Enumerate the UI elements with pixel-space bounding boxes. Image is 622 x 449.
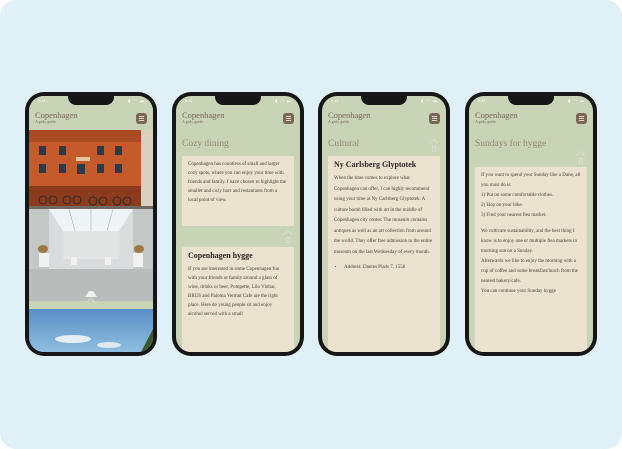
screen-cozy-dining: 9:41 ▮ ◠ ▬ Copenhagen A girly guide Cozy…: [176, 96, 300, 352]
scroll-down-chevron-icon[interactable]: [576, 151, 585, 156]
card-line-6: Afterwards we like to enjoy the morning …: [481, 259, 578, 284]
phone-sundays: 9:41 ▮ ◠ ▬ Copenhagen A girly guide Sund…: [465, 92, 597, 356]
card-line-5: We cultivate sustainability, and the bes…: [481, 229, 577, 254]
phone-home: 9:41 ▮ ◠ ▬ Copenhagen A girly guide: [25, 92, 157, 356]
scroll-indicator[interactable]: [286, 237, 290, 243]
card-line-7: You can continue your Sunday hygge: [481, 289, 556, 294]
menu-button[interactable]: [429, 113, 440, 124]
card-title: Ny Carlsberg Glyptotek: [334, 160, 417, 169]
glyptotek-card: Ny Carlsberg Glyptotek When the time com…: [328, 156, 440, 352]
address-item: Address: Dantes Plads 7, 1556: [344, 264, 434, 272]
phone-notch: [215, 96, 261, 105]
screen-cultural: 9:41 ▮ ◠ ▬ Copenhagen A girly guide Cult…: [322, 96, 446, 352]
menu-button[interactable]: [576, 113, 587, 124]
app-subtitle: A girly guide: [182, 119, 204, 124]
card-text: When the time comes to explore what Cope…: [334, 176, 433, 255]
phone-cozy-dining: 9:41 ▮ ◠ ▬ Copenhagen A girly guide Cozy…: [172, 92, 304, 356]
phone-cultural: 9:41 ▮ ◠ ▬ Copenhagen A girly guide Cult…: [318, 92, 450, 356]
card-line-3: 2) Hop on your bike.: [481, 203, 523, 208]
scroll-indicator[interactable]: [579, 158, 583, 164]
card-line-4: 3) Find your nearest flea market.: [481, 213, 547, 218]
section-title: Sundays for hygge: [475, 139, 547, 149]
phone-notch: [68, 96, 114, 105]
phone-notch: [361, 96, 407, 105]
status-time: 9:41: [478, 98, 486, 103]
intro-card: Copenhagen has countless of small and la…: [182, 156, 294, 226]
scroll-down-chevron-icon[interactable]: [86, 298, 95, 303]
photo-museum-hall: [29, 209, 153, 301]
scroll-down-chevron-icon[interactable]: [429, 139, 438, 144]
card-title: Copenhagen hygge: [188, 251, 253, 260]
card-text: If you are interested in some Copenhagen…: [188, 267, 280, 317]
status-time: 9:41: [331, 98, 339, 103]
status-icons: ▮ ◠ ▬: [421, 98, 438, 103]
section-title: Cultural: [328, 139, 360, 149]
sundays-card: If you want to spend your Sunday like a …: [475, 167, 587, 352]
app-subtitle: A girly guide: [328, 119, 350, 124]
menu-button[interactable]: [136, 113, 147, 124]
mockup-canvas: 9:41 ▮ ◠ ▬ Copenhagen A girly guide 9:41…: [0, 0, 622, 449]
app-subtitle: A girly guide: [475, 119, 497, 124]
photo-sky: [29, 309, 153, 352]
photo-red-building: [29, 130, 153, 209]
hygge-card: Copenhagen hygge If you are interested i…: [182, 247, 294, 352]
app-subtitle: A girly guide: [35, 119, 57, 124]
screen-sundays: 9:41 ▮ ◠ ▬ Copenhagen A girly guide Sund…: [469, 96, 593, 352]
scroll-indicator[interactable]: [432, 146, 436, 152]
status-time: 9:41: [38, 98, 46, 103]
intro-text: Copenhagen has countless of small and la…: [188, 162, 287, 203]
status-time: 9:41: [185, 98, 193, 103]
status-icons: ▮ ◠ ▬: [568, 98, 585, 103]
scroll-down-chevron-icon[interactable]: [283, 230, 292, 235]
card-line-1: If you want to spend your Sunday like a …: [481, 173, 581, 188]
menu-button[interactable]: [283, 113, 294, 124]
phone-notch: [508, 96, 554, 105]
screen-home: 9:41 ▮ ◠ ▬ Copenhagen A girly guide: [29, 96, 153, 352]
section-title: Cozy dining: [182, 139, 229, 149]
status-icons: ▮ ◠ ▬: [128, 98, 145, 103]
status-icons: ▮ ◠ ▬: [275, 98, 292, 103]
card-line-2: 1) Put on some comfortable clothes.: [481, 193, 554, 198]
